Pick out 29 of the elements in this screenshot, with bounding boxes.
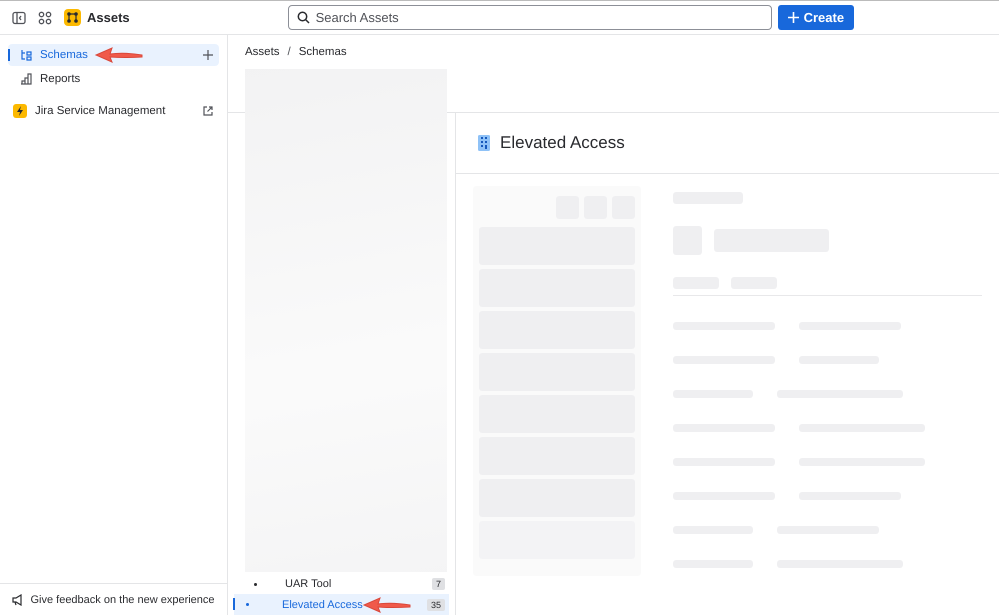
sidebar-item[interactable]: Reports <box>8 68 219 90</box>
breadcrumb-separator: / <box>288 46 291 58</box>
external-link-icon[interactable] <box>203 106 213 116</box>
arrow-annotation <box>362 596 412 614</box>
tree-item[interactable]: UAR Tool 7 <box>234 574 449 594</box>
breadcrumb-link[interactable]: Assets <box>245 46 280 58</box>
count-badge: 35 <box>426 598 445 610</box>
tree-structure-icon <box>20 49 32 61</box>
sidebar-item[interactable]: Jira Service Management <box>8 100 219 122</box>
feedback-link[interactable]: Give feedback on the new experience <box>30 594 215 606</box>
plus-icon <box>788 12 799 23</box>
search-icon <box>296 11 310 24</box>
arrow-annotation <box>94 46 144 64</box>
search-field[interactable]: Search Assets <box>288 5 772 30</box>
megaphone-icon[interactable] <box>12 594 24 606</box>
count-badge: 7 <box>432 578 445 590</box>
app-name: Assets <box>87 10 130 25</box>
object-type-icon <box>478 135 490 151</box>
lightning-bolt-icon <box>13 104 27 118</box>
tree-item[interactable]: Elevated Access 35 <box>234 594 449 615</box>
bar-chart-icon <box>20 73 32 85</box>
sidebar-item[interactable]: Schemas <box>8 44 219 66</box>
add-icon[interactable] <box>203 50 213 60</box>
app-switcher-icon[interactable] <box>38 10 52 24</box>
sidebar-toggle-icon[interactable] <box>12 10 26 24</box>
create-button[interactable]: Create <box>778 5 854 30</box>
app-logo-icon <box>64 9 81 26</box>
object-type-title: Elevated Access <box>500 133 625 153</box>
breadcrumb-link[interactable]: Schemas <box>298 46 347 58</box>
